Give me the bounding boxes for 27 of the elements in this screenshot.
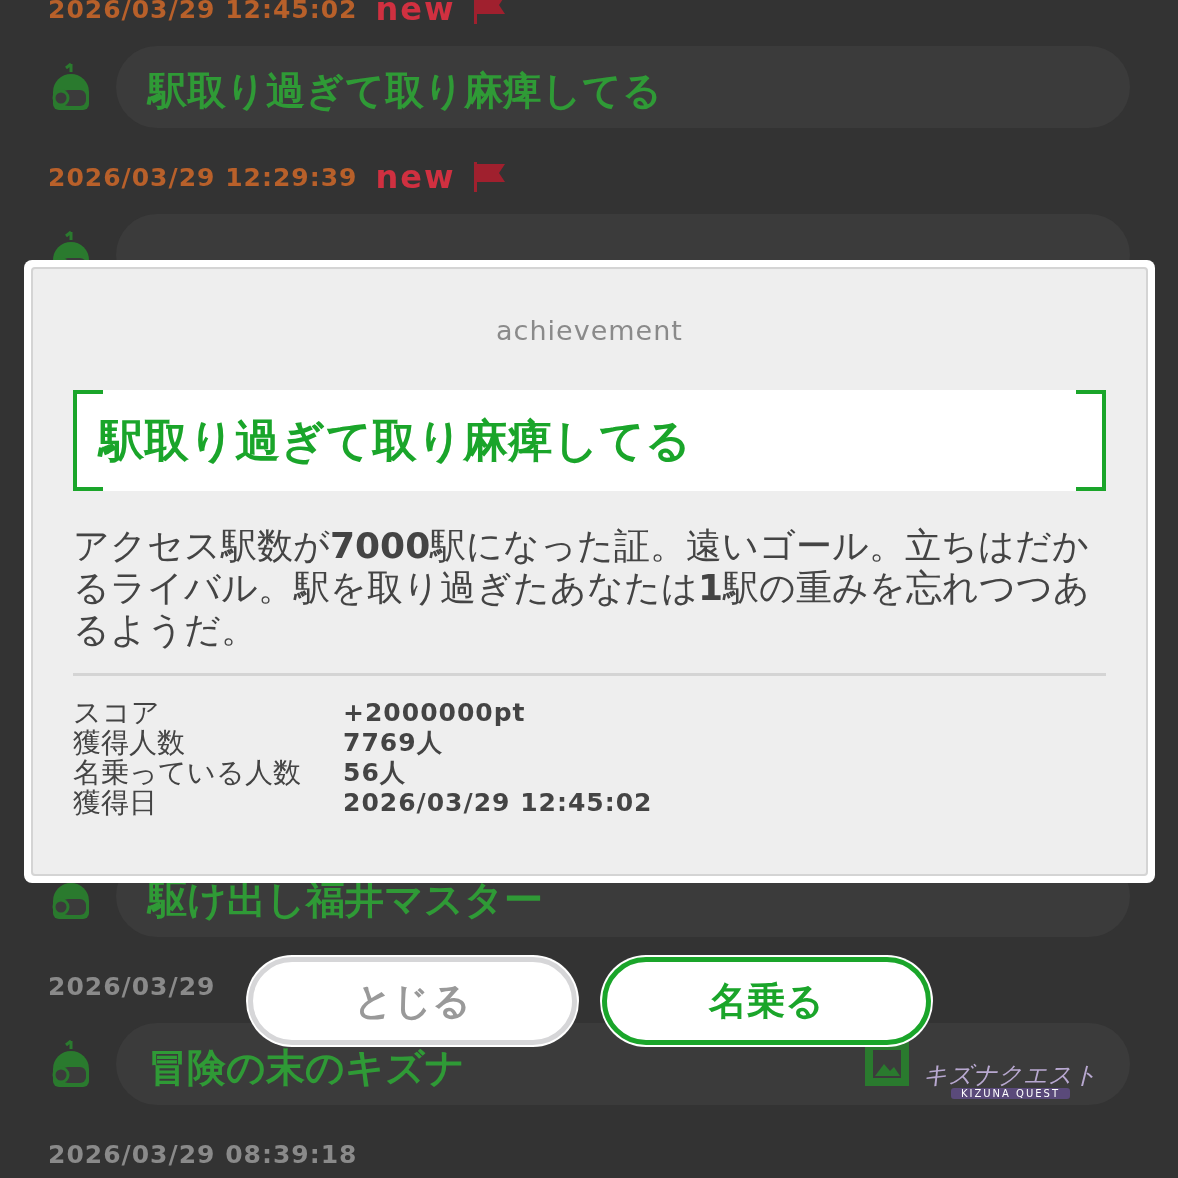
achievement-title: 冒険の末のキズナ xyxy=(148,1044,466,1092)
achievement-title: 駆け出し福井マスター xyxy=(148,876,544,924)
image-icon xyxy=(865,1042,909,1086)
timestamp: 2026/03/29 08:39:18 xyxy=(48,1139,358,1169)
stat-label: 獲得日 xyxy=(73,788,158,818)
achievement-description: アクセス駅数が7000駅になった証。遠いゴール。立ちはだかるライバル。駅を取り過ぎたあなたは1駅の重みを忘れつつあるようだ。 xyxy=(73,525,1092,651)
close-button[interactable]: とじる xyxy=(247,957,577,1045)
stat-value: 7769人 xyxy=(343,728,444,758)
achievement-bubble[interactable]: 駅取り過ぎて取り麻痺してる xyxy=(116,46,1130,128)
stat-value: 56人 xyxy=(343,758,407,788)
dialog-heading: achievement xyxy=(495,315,684,346)
flag-icon xyxy=(473,162,508,192)
timestamp: 2026/03/29 xyxy=(48,971,216,1001)
new-label: new xyxy=(375,0,456,24)
stat-label: 獲得人数 xyxy=(73,728,186,758)
claim-button[interactable]: 名乗る xyxy=(601,957,931,1045)
new-label: new xyxy=(375,162,456,192)
stat-label: 名乗っている人数 xyxy=(73,758,302,788)
stat-value: 2026/03/29 12:45:02 xyxy=(343,788,654,818)
achievement-name: 駅取り過ぎて取り麻痺してる xyxy=(99,412,691,469)
stat-value: +2000000pt xyxy=(343,698,527,728)
timestamp: 2026/03/29 12:29:39 xyxy=(48,162,358,192)
logo-title: キズナクエスト xyxy=(923,1061,1098,1088)
flag-icon xyxy=(473,0,508,24)
achievement-title: 駅取り過ぎて取り麻痺してる xyxy=(148,67,663,115)
stat-label: スコア xyxy=(73,698,161,728)
logo-subtitle: KIZUNA QUEST xyxy=(950,1088,1071,1099)
